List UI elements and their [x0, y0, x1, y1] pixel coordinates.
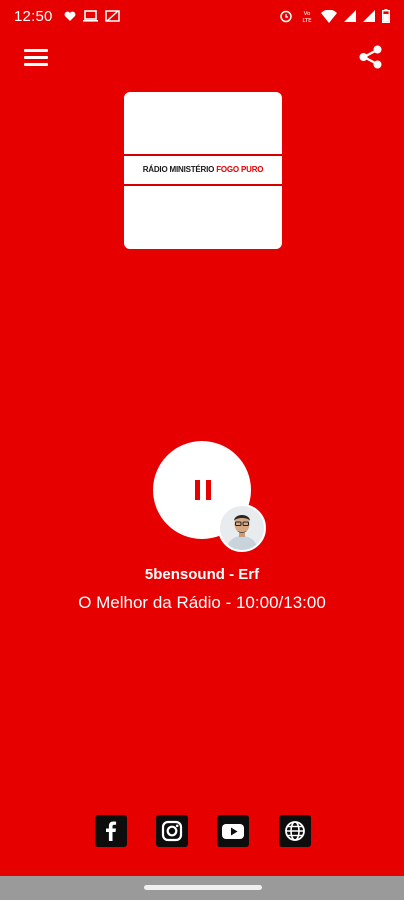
menu-icon[interactable] — [24, 46, 48, 68]
pause-icon — [195, 480, 211, 500]
social-links — [95, 815, 311, 847]
station-logo-text: RÁDIO MINISTÉRIO FOGO PURO — [142, 165, 264, 174]
status-bar: 12:50 Vo LTE — [0, 0, 404, 32]
wifi-icon — [321, 9, 337, 23]
volte-icon: VoLTE — [302, 11, 312, 23]
avatar — [218, 504, 266, 552]
program-schedule: O Melhor da Rádio - 10:00/13:00 — [78, 593, 326, 612]
svg-text:Vo: Vo — [304, 11, 311, 17]
status-time: 12:50 — [14, 7, 53, 25]
signal-icon-2 — [363, 10, 375, 22]
svg-text:LTE: LTE — [302, 18, 312, 23]
laptop-icon — [82, 10, 98, 22]
globe-icon[interactable] — [279, 815, 311, 847]
home-gesture-handle[interactable] — [144, 885, 262, 890]
cast-off-icon — [104, 10, 120, 22]
alarm-icon — [280, 10, 292, 23]
share-icon[interactable] — [358, 44, 384, 70]
youtube-icon[interactable] — [217, 815, 249, 847]
heart-icon — [64, 11, 75, 21]
signal-icon — [344, 10, 356, 22]
battery-icon — [382, 9, 390, 23]
system-nav-bar — [0, 876, 404, 900]
track-title: 5bensound - Erf — [144, 566, 260, 583]
station-logo: RÁDIO MINISTÉRIO FOGO PURO — [124, 92, 282, 249]
instagram-icon[interactable] — [156, 815, 188, 847]
facebook-icon[interactable] — [95, 815, 127, 847]
